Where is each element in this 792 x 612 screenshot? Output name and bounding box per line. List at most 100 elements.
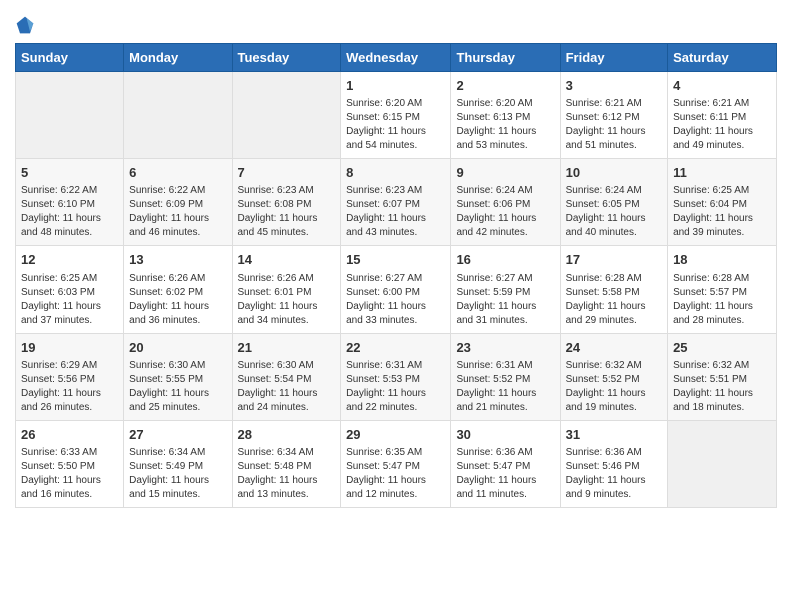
day-number: 18 [673,251,771,269]
calendar-cell: 25 Sunrise: 6:32 AM Sunset: 5:51 PM Dayli… [668,333,777,420]
day-number: 2 [456,77,554,95]
calendar-week-3: 12Sunrise: 6:25 AM Sunset: 6:03 PM Dayli… [16,246,777,333]
day-info: Sunrise: 6:31 AM Sunset: 5:52 PM Dayligh… [456,359,554,415]
calendar-cell: 20Sunrise: 6:30 AM Sunset: 5:55 PM Dayli… [124,333,232,420]
calendar-week-4: 19 Sunrise: 6:29 AM Sunset: 5:56 PM Dayli… [16,333,777,420]
day-number: 29 [346,426,445,444]
header [15,10,777,35]
calendar-cell [124,72,232,159]
day-number: 5 [21,164,118,182]
day-info: Sunrise: 6:21 AM Sunset: 6:12 PM Dayligh… [566,97,662,153]
day-number: 14 [238,251,336,269]
calendar-cell: 22 Sunrise: 6:31 AM Sunset: 5:53 PM Dayli… [341,333,451,420]
day-info: Sunrise: 6:29 AM Sunset: 5:56 PM Dayligh… [21,359,118,415]
day-info: Sunrise: 6:23 AM Sunset: 6:08 PM Dayligh… [238,184,336,240]
day-number: 15 [346,251,445,269]
day-number: 7 [238,164,336,182]
calendar-cell: 10 Sunrise: 6:24 AM Sunset: 6:05 PM Dayli… [560,159,667,246]
col-header-thursday: Thursday [451,44,560,72]
day-info: Sunrise: 6:27 AM Sunset: 5:59 PM Dayligh… [456,272,554,328]
calendar-cell [232,72,341,159]
day-info: Sunrise: 6:32 AM Sunset: 5:51 PM Dayligh… [673,359,771,415]
calendar-cell: 16 Sunrise: 6:27 AM Sunset: 5:59 PM Dayli… [451,246,560,333]
day-info: Sunrise: 6:32 AM Sunset: 5:52 PM Dayligh… [566,359,662,415]
calendar-cell: 4 Sunrise: 6:21 AM Sunset: 6:11 PM Daylig… [668,72,777,159]
calendar-cell: 14 Sunrise: 6:26 AM Sunset: 6:01 PM Dayli… [232,246,341,333]
day-number: 24 [566,339,662,357]
day-info: Sunrise: 6:36 AM Sunset: 5:46 PM Dayligh… [566,446,662,502]
day-number: 13 [129,251,226,269]
day-number: 31 [566,426,662,444]
day-number: 1 [346,77,445,95]
calendar-cell: 30 Sunrise: 6:36 AM Sunset: 5:47 PM Dayli… [451,420,560,507]
calendar-cell: 6 Sunrise: 6:22 AM Sunset: 6:09 PM Daylig… [124,159,232,246]
calendar-cell: 1 Sunrise: 6:20 AM Sunset: 6:15 PM Daylig… [341,72,451,159]
day-info: Sunrise: 6:26 AM Sunset: 6:01 PM Dayligh… [238,272,336,328]
calendar-cell: 23 Sunrise: 6:31 AM Sunset: 5:52 PM Dayli… [451,333,560,420]
day-info: Sunrise: 6:25 AM Sunset: 6:04 PM Dayligh… [673,184,771,240]
day-info: Sunrise: 6:25 AM Sunset: 6:03 PM Dayligh… [21,272,118,328]
calendar-cell: 24 Sunrise: 6:32 AM Sunset: 5:52 PM Dayli… [560,333,667,420]
day-number: 6 [129,164,226,182]
day-info: Sunrise: 6:24 AM Sunset: 6:05 PM Dayligh… [566,184,662,240]
day-number: 21 [238,339,336,357]
day-info: Sunrise: 6:20 AM Sunset: 6:13 PM Dayligh… [456,97,554,153]
day-number: 16 [456,251,554,269]
day-info: Sunrise: 6:28 AM Sunset: 5:58 PM Dayligh… [566,272,662,328]
day-number: 8 [346,164,445,182]
day-info: Sunrise: 6:22 AM Sunset: 6:10 PM Dayligh… [21,184,118,240]
calendar-table: SundayMondayTuesdayWednesdayThursdayFrid… [15,43,777,508]
day-info: Sunrise: 6:34 AM Sunset: 5:49 PM Dayligh… [129,446,226,502]
calendar-cell: 7 Sunrise: 6:23 AM Sunset: 6:08 PM Daylig… [232,159,341,246]
calendar-week-1: 1 Sunrise: 6:20 AM Sunset: 6:15 PM Daylig… [16,72,777,159]
col-header-friday: Friday [560,44,667,72]
day-number: 30 [456,426,554,444]
day-info: Sunrise: 6:31 AM Sunset: 5:53 PM Dayligh… [346,359,445,415]
day-number: 19 [21,339,118,357]
col-header-monday: Monday [124,44,232,72]
day-info: Sunrise: 6:23 AM Sunset: 6:07 PM Dayligh… [346,184,445,240]
calendar-cell: 13 Sunrise: 6:26 AM Sunset: 6:02 PM Dayli… [124,246,232,333]
day-info: Sunrise: 6:36 AM Sunset: 5:47 PM Dayligh… [456,446,554,502]
calendar-cell [668,420,777,507]
day-number: 4 [673,77,771,95]
day-info: Sunrise: 6:22 AM Sunset: 6:09 PM Dayligh… [129,184,226,240]
calendar-cell: 12Sunrise: 6:25 AM Sunset: 6:03 PM Dayli… [16,246,124,333]
day-info: Sunrise: 6:24 AM Sunset: 6:06 PM Dayligh… [456,184,554,240]
day-number: 22 [346,339,445,357]
col-header-saturday: Saturday [668,44,777,72]
col-header-sunday: Sunday [16,44,124,72]
day-number: 10 [566,164,662,182]
day-number: 9 [456,164,554,182]
day-info: Sunrise: 6:30 AM Sunset: 5:55 PM Dayligh… [129,359,226,415]
calendar-cell: 28Sunrise: 6:34 AM Sunset: 5:48 PM Dayli… [232,420,341,507]
calendar-cell: 15 Sunrise: 6:27 AM Sunset: 6:00 PM Dayli… [341,246,451,333]
calendar-cell: 8 Sunrise: 6:23 AM Sunset: 6:07 PM Daylig… [341,159,451,246]
calendar-cell: 26Sunrise: 6:33 AM Sunset: 5:50 PM Dayli… [16,420,124,507]
day-info: Sunrise: 6:26 AM Sunset: 6:02 PM Dayligh… [129,272,226,328]
day-number: 26 [21,426,118,444]
calendar-cell: 21 Sunrise: 6:30 AM Sunset: 5:54 PM Dayli… [232,333,341,420]
calendar-cell: 5 Sunrise: 6:22 AM Sunset: 6:10 PM Daylig… [16,159,124,246]
calendar-cell: 17Sunrise: 6:28 AM Sunset: 5:58 PM Dayli… [560,246,667,333]
calendar-cell: 3Sunrise: 6:21 AM Sunset: 6:12 PM Daylig… [560,72,667,159]
calendar-cell: 2 Sunrise: 6:20 AM Sunset: 6:13 PM Daylig… [451,72,560,159]
col-header-tuesday: Tuesday [232,44,341,72]
day-info: Sunrise: 6:21 AM Sunset: 6:11 PM Dayligh… [673,97,771,153]
col-header-wednesday: Wednesday [341,44,451,72]
calendar-cell: 19 Sunrise: 6:29 AM Sunset: 5:56 PM Dayli… [16,333,124,420]
page: SundayMondayTuesdayWednesdayThursdayFrid… [0,0,792,612]
day-number: 27 [129,426,226,444]
day-number: 23 [456,339,554,357]
day-number: 25 [673,339,771,357]
day-info: Sunrise: 6:35 AM Sunset: 5:47 PM Dayligh… [346,446,445,502]
day-info: Sunrise: 6:34 AM Sunset: 5:48 PM Dayligh… [238,446,336,502]
day-info: Sunrise: 6:30 AM Sunset: 5:54 PM Dayligh… [238,359,336,415]
day-info: Sunrise: 6:20 AM Sunset: 6:15 PM Dayligh… [346,97,445,153]
calendar-cell: 18 Sunrise: 6:28 AM Sunset: 5:57 PM Dayli… [668,246,777,333]
calendar-cell: 29 Sunrise: 6:35 AM Sunset: 5:47 PM Dayli… [341,420,451,507]
day-info: Sunrise: 6:28 AM Sunset: 5:57 PM Dayligh… [673,272,771,328]
calendar-cell: 9 Sunrise: 6:24 AM Sunset: 6:06 PM Daylig… [451,159,560,246]
calendar-week-2: 5 Sunrise: 6:22 AM Sunset: 6:10 PM Daylig… [16,159,777,246]
day-info: Sunrise: 6:27 AM Sunset: 6:00 PM Dayligh… [346,272,445,328]
